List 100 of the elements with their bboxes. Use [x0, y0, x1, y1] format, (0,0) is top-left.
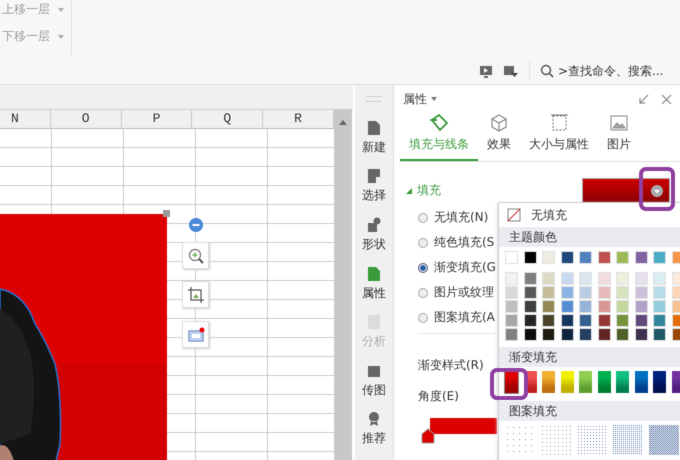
color-swatch[interactable] [524, 251, 536, 264]
color-swatch[interactable] [616, 272, 629, 285]
color-swatch[interactable] [653, 300, 666, 313]
color-swatch[interactable] [579, 251, 592, 264]
gradient-swatch[interactable] [579, 371, 592, 393]
color-swatch[interactable] [542, 272, 555, 285]
color-swatch[interactable] [524, 300, 536, 313]
radio-option[interactable]: 渐变填充(G [418, 255, 496, 280]
search-field[interactable]: >查找命令、搜索... [540, 64, 676, 78]
dropdown-icon[interactable] [503, 64, 519, 78]
gradient-swatch[interactable] [560, 371, 574, 393]
color-swatch[interactable] [579, 286, 592, 299]
color-swatch[interactable] [616, 300, 629, 313]
panel-title[interactable]: 属性 [403, 90, 437, 108]
gradient-swatch[interactable] [653, 371, 666, 393]
column-header[interactable]: N [0, 110, 51, 128]
tab[interactable]: 图片 [598, 113, 640, 161]
color-swatch[interactable] [598, 328, 610, 341]
scrollbar[interactable] [334, 110, 352, 460]
color-swatch[interactable] [505, 272, 518, 285]
color-swatch[interactable] [634, 328, 648, 341]
sidebar-item[interactable]: 推荐 [362, 411, 386, 460]
gradient-swatch[interactable] [542, 371, 555, 393]
sidebar-item[interactable]: 形状 [362, 217, 386, 266]
color-swatch[interactable] [653, 272, 666, 285]
tab[interactable]: 效果 [478, 113, 520, 161]
sidebar-item[interactable]: 新建 [362, 120, 386, 168]
color-swatch[interactable] [560, 314, 574, 327]
tab[interactable]: 填充与线条 [400, 113, 478, 161]
color-swatch[interactable] [653, 328, 666, 341]
color-swatch[interactable] [542, 251, 555, 264]
color-swatch[interactable] [505, 314, 518, 327]
sidebar-item[interactable]: 属性 [362, 266, 386, 314]
column-header[interactable]: O [50, 110, 122, 128]
color-swatch[interactable] [616, 314, 629, 327]
color-swatch[interactable] [505, 286, 518, 299]
color-swatch[interactable] [579, 300, 592, 313]
color-swatch[interactable] [634, 314, 648, 327]
color-swatch[interactable] [634, 272, 648, 285]
color-swatch[interactable] [598, 314, 610, 327]
color-swatch[interactable] [542, 300, 555, 313]
pattern-swatch[interactable] [649, 425, 679, 455]
gradient-swatch[interactable] [598, 371, 610, 393]
color-swatch[interactable] [542, 314, 555, 327]
color-swatch[interactable] [524, 314, 536, 327]
minus-icon[interactable] [189, 218, 203, 232]
color-swatch[interactable] [634, 286, 648, 299]
color-swatch[interactable] [505, 251, 518, 264]
sidebar-item[interactable]: 选择 [362, 168, 386, 218]
radio-option[interactable]: 无填充(N) [418, 205, 488, 230]
pattern-swatch[interactable] [613, 425, 643, 455]
zoom-in-button[interactable] [182, 242, 209, 269]
color-swatch[interactable] [560, 272, 574, 285]
menu-item[interactable]: 无填充 [499, 203, 680, 227]
color-swatch[interactable] [598, 272, 610, 285]
color-swatch[interactable] [560, 286, 574, 299]
color-swatch[interactable] [653, 314, 666, 327]
radio-option[interactable]: 纯色填充(S [418, 230, 494, 255]
monitor-icon[interactable] [479, 64, 493, 78]
color-swatch[interactable] [653, 251, 666, 264]
collapse-icon[interactable] [638, 94, 649, 104]
sidebar-item[interactable]: 传图 [362, 362, 386, 412]
gradient-swatch[interactable] [634, 371, 648, 393]
color-swatch[interactable] [579, 314, 592, 327]
color-swatch[interactable] [653, 286, 666, 299]
scroll-up-icon[interactable] [338, 118, 348, 126]
color-swatch[interactable] [579, 272, 592, 285]
color-swatch[interactable] [598, 300, 610, 313]
gradient-stop-icon[interactable] [421, 428, 435, 444]
section-title[interactable]: 填充 [406, 182, 441, 199]
color-swatch[interactable] [505, 328, 518, 341]
column-header[interactable]: Q [192, 110, 264, 128]
color-swatch[interactable] [560, 251, 574, 264]
color-swatch[interactable] [542, 286, 555, 299]
color-swatch[interactable] [598, 251, 610, 264]
color-swatch[interactable] [542, 328, 555, 341]
color-swatch[interactable] [505, 300, 518, 313]
color-dropdown[interactable] [582, 178, 670, 203]
frame-button[interactable] [182, 321, 209, 348]
color-swatch[interactable] [524, 328, 536, 341]
color-swatch[interactable] [579, 328, 592, 341]
crop-button[interactable] [182, 281, 209, 308]
color-swatch[interactable] [634, 300, 648, 313]
gradient-swatch[interactable] [616, 371, 629, 393]
resize-handle[interactable] [163, 210, 170, 217]
gradient-swatch[interactable] [505, 371, 518, 393]
color-swatch[interactable] [616, 251, 629, 264]
color-swatch[interactable] [616, 286, 629, 299]
radio-option[interactable]: 图片或纹理 [418, 280, 494, 305]
radio-option[interactable]: 图案填充(A [418, 305, 495, 330]
tab[interactable]: 大小与属性 [520, 113, 598, 161]
color-swatch[interactable] [524, 272, 536, 285]
color-swatch[interactable] [598, 286, 610, 299]
close-icon[interactable] [661, 94, 672, 104]
color-swatch[interactable] [634, 251, 648, 264]
color-swatch[interactable] [560, 300, 574, 313]
column-header[interactable]: P [122, 110, 192, 128]
color-swatch[interactable] [524, 286, 536, 299]
color-swatch[interactable] [560, 328, 574, 341]
color-swatch[interactable] [616, 328, 629, 341]
